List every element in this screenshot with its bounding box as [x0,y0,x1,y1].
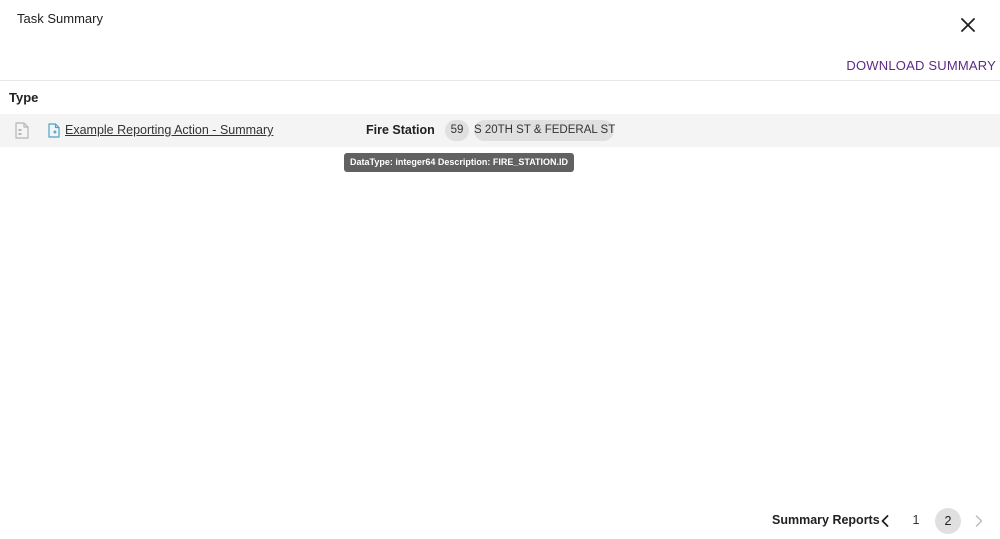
chevron-left-icon [881,515,889,527]
previous-page-button[interactable] [876,511,894,531]
download-summary-button[interactable]: DOWNLOAD SUMMARY [846,58,996,73]
file-link-icon [48,123,60,138]
close-button[interactable] [956,13,980,37]
report-link[interactable]: Example Reporting Action - Summary [65,123,273,137]
table-row: Example Reporting Action - Summary Fire … [0,114,1000,147]
next-page-button [970,511,988,531]
page-1-button[interactable]: 1 [904,508,928,532]
document-outline-icon [15,122,29,139]
column-header-type: Type [9,90,39,105]
page-2-button[interactable]: 2 [935,508,961,534]
dialog-title: Task Summary [17,11,103,26]
chevron-right-icon [975,515,983,527]
fire-station-name-chip[interactable]: S 20TH ST & FEDERAL ST [474,120,615,141]
datatype-tooltip: DataType: integer64 Description: FIRE_ST… [344,153,575,172]
fire-station-id-chip[interactable]: 59 [445,120,469,141]
field-label: Fire Station [366,123,435,137]
close-icon [961,18,975,32]
header-divider [0,80,1000,81]
pagination-label: Summary Reports [772,513,880,527]
